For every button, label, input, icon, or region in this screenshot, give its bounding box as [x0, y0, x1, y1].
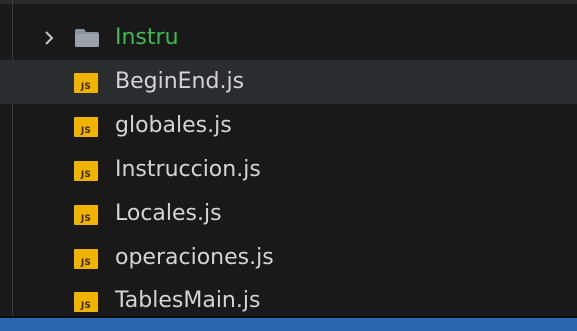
tree-item-label: operaciones.js	[115, 245, 274, 270]
tree-file-row[interactable]: JS BeginEnd.js	[0, 60, 577, 104]
tree-file-row[interactable]: JS operaciones.js	[0, 236, 577, 280]
chevron-right-icon[interactable]	[40, 29, 58, 47]
tree-file-row[interactable]: JS Locales.js	[0, 192, 577, 236]
tree-item-label: Locales.js	[115, 201, 222, 226]
js-file-icon: JS	[74, 249, 98, 269]
js-file-icon: JS	[74, 205, 98, 225]
js-file-icon: JS	[74, 117, 98, 137]
js-file-icon: JS	[74, 161, 98, 181]
js-file-icon: JS	[74, 73, 98, 93]
tree-item-label: globales.js	[115, 113, 232, 138]
js-file-icon: JS	[74, 292, 98, 312]
tree-file-row[interactable]: JS globales.js	[0, 104, 577, 148]
tree-folder-instru[interactable]: Instru	[0, 16, 577, 60]
tree-item-label: TablesMain.js	[115, 288, 261, 313]
tree-item-label: BeginEnd.js	[115, 69, 245, 94]
tree-item-label: Instruccion.js	[115, 157, 261, 182]
tree-item-label: Instru	[115, 25, 179, 50]
top-border	[0, 0, 577, 4]
tree-file-row[interactable]: JS Instruccion.js	[0, 148, 577, 192]
status-bar	[0, 318, 577, 331]
folder-icon	[74, 28, 100, 48]
file-explorer: Instru JS BeginEnd.js JS globales.js JS …	[0, 0, 577, 331]
